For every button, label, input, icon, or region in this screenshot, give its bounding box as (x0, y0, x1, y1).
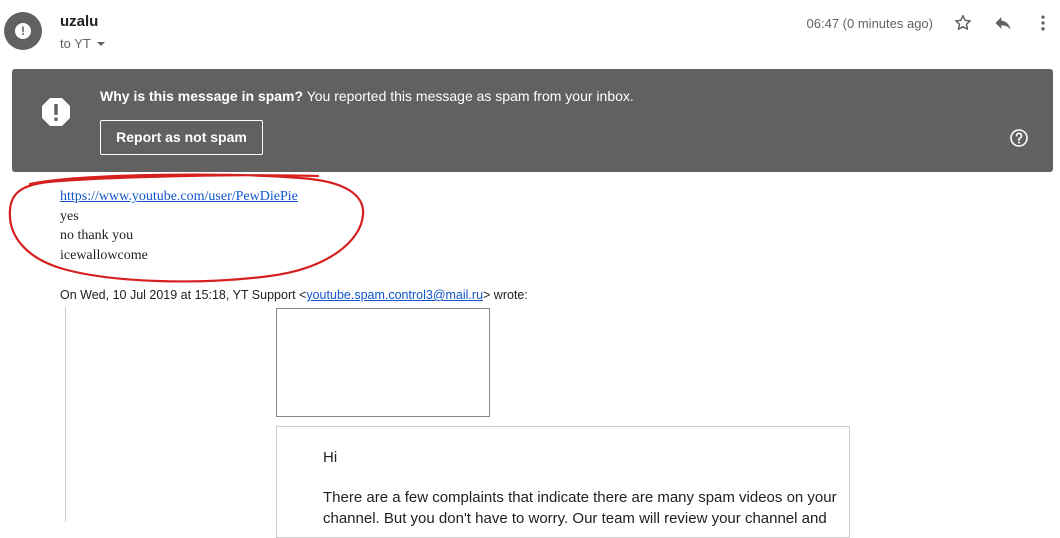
spam-reason-description: You reported this message as spam from y… (303, 88, 634, 104)
spam-warning-banner: Why is this message in spam? You reporte… (12, 69, 1053, 172)
warning-icon: ! (15, 23, 31, 39)
spam-reason-text: Why is this message in spam? You reporte… (100, 88, 634, 104)
message-timestamp: 06:47 (0 minutes ago) (806, 16, 933, 31)
youtube-channel-link[interactable]: https://www.youtube.com/user/PewDiePie (60, 189, 298, 205)
sender-name: uzalu (60, 13, 99, 30)
help-icon[interactable] (1009, 128, 1029, 148)
quote-attribution-prefix: On Wed, 10 Jul 2019 at 15:18, YT Support… (60, 288, 307, 302)
recipient-details-toggle[interactable]: to YT (60, 36, 105, 51)
quoted-paragraph: There are a few complaints that indicate… (323, 489, 837, 527)
star-icon[interactable] (952, 12, 974, 34)
recipient-label: to YT (60, 36, 91, 51)
message-line: no thank you (60, 228, 134, 243)
quote-attribution: On Wed, 10 Jul 2019 at 15:18, YT Support… (60, 288, 528, 302)
warning-icon (41, 97, 71, 127)
quote-attribution-suffix: > wrote: (483, 288, 528, 302)
quoted-greeting: Hi (323, 449, 338, 466)
quoted-sender-email-link[interactable]: youtube.spam.control3@mail.ru (306, 288, 483, 302)
more-vert-icon[interactable] (1032, 12, 1054, 34)
quoted-message-content: Hi There are a few complaints that indic… (276, 426, 850, 538)
chevron-down-icon (96, 42, 105, 46)
report-not-spam-button[interactable]: Report as not spam (100, 120, 263, 155)
broken-image-placeholder (276, 308, 490, 417)
sender-avatar: ! (4, 12, 42, 50)
message-line: icewallowcome (60, 248, 148, 263)
quote-border (65, 307, 66, 522)
reply-icon[interactable] (992, 12, 1014, 34)
message-line: yes (60, 209, 79, 224)
spam-reason-title: Why is this message in spam? (100, 88, 304, 104)
